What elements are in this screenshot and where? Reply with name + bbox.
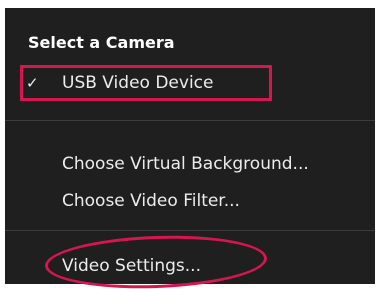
menu-item-video-settings[interactable]: Video Settings... bbox=[5, 248, 375, 284]
menu-item-label: USB Video Device bbox=[62, 73, 214, 93]
menu-item-label: Video Settings... bbox=[62, 256, 201, 276]
menu-divider bbox=[5, 230, 375, 231]
menu-item-choose-virtual-background[interactable]: Choose Virtual Background... bbox=[5, 146, 375, 182]
menu-item-label: Choose Virtual Background... bbox=[62, 154, 309, 174]
camera-context-menu: Select a Camera ✓ USB Video Device Choos… bbox=[5, 8, 375, 289]
menu-item-choose-video-filter[interactable]: Choose Video Filter... bbox=[5, 183, 375, 219]
menu-header: Select a Camera bbox=[28, 33, 175, 52]
screenshot-frame: Select a Camera ✓ USB Video Device Choos… bbox=[0, 0, 381, 289]
menu-item-label: Choose Video Filter... bbox=[62, 191, 240, 211]
menu-divider bbox=[5, 120, 375, 121]
menu-item-usb-video-device[interactable]: ✓ USB Video Device bbox=[5, 65, 375, 101]
check-icon: ✓ bbox=[26, 74, 39, 92]
